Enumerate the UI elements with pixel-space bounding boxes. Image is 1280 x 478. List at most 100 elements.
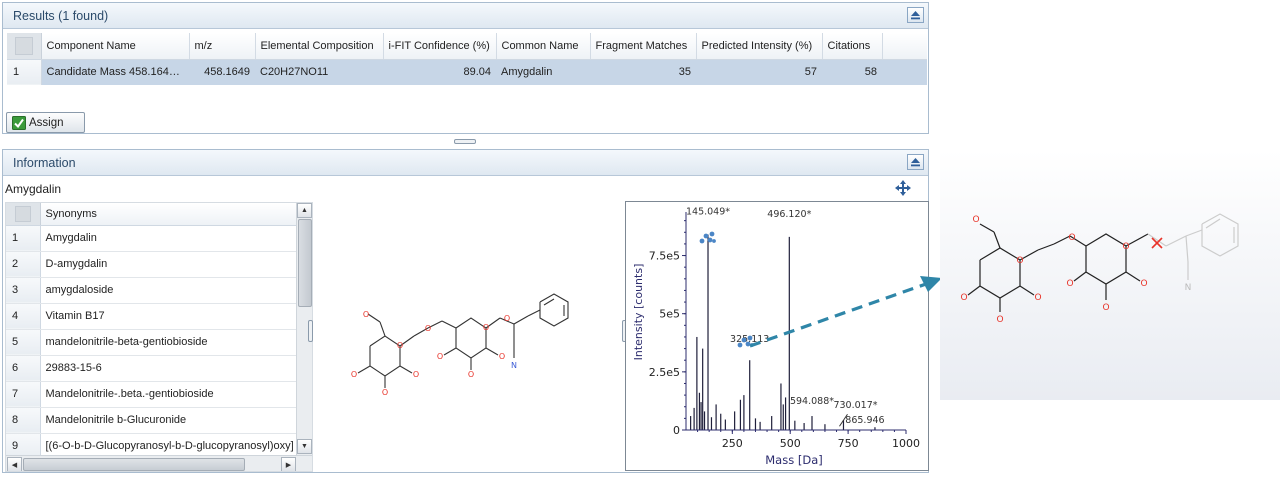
synonym-index[interactable]: 1 xyxy=(6,225,41,252)
fragment-detail-panel: O O O O O O O O O O N xyxy=(940,150,1280,400)
synonyms-header-row: Synonyms xyxy=(6,203,297,226)
svg-text:O: O xyxy=(1016,256,1023,266)
y-tick-label: 0 xyxy=(673,424,680,437)
synonyms-column-header[interactable]: Synonyms xyxy=(40,203,297,226)
svg-text:O: O xyxy=(413,370,419,379)
scroll-down-button[interactable]: ▼ xyxy=(297,439,312,454)
svg-text:O: O xyxy=(1034,293,1041,303)
synonym-index[interactable]: 8 xyxy=(6,407,41,434)
synonyms-table-container: Synonyms 1 Amygdalin 2 D-amygdalin 3 amygda… xyxy=(5,202,313,472)
svg-text:N: N xyxy=(511,361,517,370)
synonym-index[interactable]: 6 xyxy=(6,355,41,382)
assign-button[interactable]: Assign xyxy=(6,112,85,133)
svg-text:O: O xyxy=(499,352,505,361)
synonym-index[interactable]: 4 xyxy=(6,303,41,330)
synonym-index[interactable]: 7 xyxy=(6,381,41,408)
select-all-corner[interactable] xyxy=(6,203,41,226)
synonym-row[interactable]: 6 29883-15-6 xyxy=(6,355,296,382)
ifit-cell[interactable]: 89.04 xyxy=(383,59,496,85)
svg-text:O: O xyxy=(363,310,369,319)
svg-text:O: O xyxy=(468,370,474,379)
svg-text:O: O xyxy=(1068,233,1075,243)
fragment-matches-cell[interactable]: 35 xyxy=(590,59,696,85)
results-collapse-button[interactable] xyxy=(907,7,924,23)
synonym-row[interactable]: 1 Amygdalin xyxy=(6,225,296,252)
results-panel: Results (1 found) Component Name m/z Ele… xyxy=(2,2,929,134)
information-header: Information xyxy=(3,150,928,176)
synonym-index[interactable]: 2 xyxy=(6,251,41,278)
synonym-row[interactable]: 3 amygdaloside xyxy=(6,277,296,304)
peak-label: 730.017* xyxy=(833,400,877,411)
scroll-up-button[interactable]: ▲ xyxy=(297,203,312,218)
synonyms-horizontal-scrollbar[interactable]: ◀ ▶ xyxy=(6,455,312,471)
horizontal-scroll-thumb[interactable] xyxy=(23,458,245,471)
column-header[interactable]: Fragment Matches xyxy=(590,33,697,60)
column-header[interactable]: Common Name xyxy=(496,33,591,60)
results-header-row: Component Name m/z Elemental Composition… xyxy=(7,33,927,60)
collapse-up-icon xyxy=(911,11,920,20)
synonym-name[interactable]: 29883-15-6 xyxy=(40,355,296,382)
peak-label: 496.120* xyxy=(767,209,811,220)
row-filler xyxy=(882,59,927,85)
synonym-name[interactable]: amygdaloside xyxy=(40,277,296,304)
synonyms-table: Synonyms 1 Amygdalin 2 D-amygdalin 3 amygda… xyxy=(6,203,297,460)
column-header[interactable]: m/z xyxy=(189,33,256,60)
scroll-right-button[interactable]: ▶ xyxy=(281,457,296,471)
select-all-corner[interactable] xyxy=(7,33,42,60)
synonym-name[interactable]: D-amygdalin xyxy=(40,251,296,278)
x-tick-label: 500 xyxy=(780,437,801,450)
synonym-name[interactable]: Amygdalin xyxy=(40,225,296,252)
x-tick-label: 750 xyxy=(838,437,859,450)
svg-text:O: O xyxy=(483,323,489,332)
svg-text:O: O xyxy=(504,314,510,323)
svg-text:O: O xyxy=(397,341,403,350)
collapse-up-icon xyxy=(911,158,920,167)
results-header: Results (1 found) xyxy=(3,3,928,29)
table-row[interactable]: 1 Candidate Mass 458.16486... 458.1649 C… xyxy=(7,59,927,85)
peak-label: 594.088* xyxy=(790,396,834,407)
compound-title: Amygdalin xyxy=(5,182,62,196)
svg-text:O: O xyxy=(382,388,388,397)
checkbox-icon xyxy=(12,115,26,130)
column-header[interactable]: Elemental Composition xyxy=(255,33,384,60)
y-tick-label: 7.5e5 xyxy=(649,250,680,263)
scroll-left-button[interactable]: ◀ xyxy=(7,457,22,471)
citations-cell[interactable]: 58 xyxy=(822,59,882,85)
column-header[interactable]: Component Name xyxy=(41,33,190,60)
fragment-structure: O O O O O O O O O O N xyxy=(960,213,1239,325)
synonym-name[interactable]: mandelonitrile-beta-gentiobioside xyxy=(40,329,296,356)
information-collapse-button[interactable] xyxy=(907,154,924,170)
synonym-index[interactable]: 3 xyxy=(6,277,41,304)
synonym-row[interactable]: 2 D-amygdalin xyxy=(6,251,296,278)
column-header[interactable]: i-FIT Confidence (%) xyxy=(383,33,497,60)
svg-text:O: O xyxy=(1122,242,1129,252)
pane-splitter[interactable] xyxy=(308,320,313,342)
synonym-row[interactable]: 8 Mandelonitrile b-Glucuronide xyxy=(6,407,296,434)
synonym-row[interactable]: 4 Vitamin B17 xyxy=(6,303,296,330)
results-table: Component Name m/z Elemental Composition… xyxy=(7,33,927,85)
svg-text:O: O xyxy=(972,215,979,225)
svg-text:O: O xyxy=(425,324,431,333)
common-name-cell[interactable]: Amygdalin xyxy=(496,59,590,85)
component-name-cell[interactable]: Candidate Mass 458.16486... xyxy=(41,59,189,85)
synonym-row[interactable]: 5 mandelonitrile-beta-gentiobioside xyxy=(6,329,296,356)
results-title: Results (1 found) xyxy=(13,8,109,23)
panel-splitter[interactable] xyxy=(454,139,476,144)
x-tick-label: 250 xyxy=(722,437,743,450)
composition-cell[interactable]: C20H27NO11 xyxy=(255,59,383,85)
column-header[interactable]: Citations xyxy=(822,33,883,60)
synonym-name[interactable]: Mandelonitrile-.beta.-gentiobioside xyxy=(40,381,296,408)
move-icon[interactable] xyxy=(895,180,911,196)
predicted-intensity-cell[interactable]: 57 xyxy=(696,59,822,85)
information-title: Information xyxy=(13,155,76,170)
synonym-index[interactable]: 5 xyxy=(6,329,41,356)
vertical-scroll-thumb[interactable] xyxy=(298,219,312,307)
column-header[interactable]: Predicted Intensity (%) xyxy=(696,33,823,60)
peak-label: 865.946 xyxy=(845,415,884,426)
mz-cell[interactable]: 458.1649 xyxy=(189,59,255,85)
synonym-row[interactable]: 7 Mandelonitrile-.beta.-gentiobioside xyxy=(6,381,296,408)
svg-text:O: O xyxy=(1140,279,1147,289)
synonym-name[interactable]: Mandelonitrile b-Glucuronide xyxy=(40,407,296,434)
synonym-name[interactable]: Vitamin B17 xyxy=(40,303,296,330)
row-index[interactable]: 1 xyxy=(7,59,42,85)
